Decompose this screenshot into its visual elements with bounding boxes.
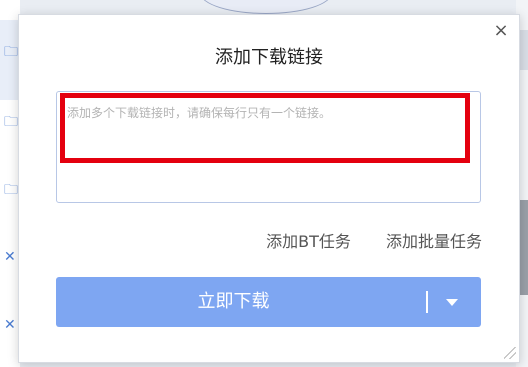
download-now-label: 立即下载	[197, 291, 270, 312]
add-download-link-dialog: × 添加下载链接 添加BT任务 添加批量任务 立即下载	[18, 14, 520, 363]
download-now-button[interactable]: 立即下载	[56, 277, 481, 327]
close-icon[interactable]: ×	[493, 22, 509, 40]
button-separator	[426, 291, 428, 313]
folder-icon: 🗀	[4, 44, 18, 60]
add-bt-task-link[interactable]: 添加BT任务	[266, 232, 351, 251]
task-actions: 添加BT任务 添加批量任务	[236, 228, 482, 252]
close-icon: ✕	[4, 317, 16, 333]
background-selected-row	[0, 20, 20, 100]
chevron-down-icon[interactable]	[446, 299, 458, 306]
folder-icon: 🗀	[4, 182, 18, 198]
resize-handle-icon[interactable]	[504, 347, 516, 359]
download-link-input[interactable]	[57, 92, 480, 202]
download-link-input-box[interactable]	[56, 91, 481, 203]
close-icon: ✕	[4, 249, 16, 265]
background-left-panel: 🗀 🗀 🗀 ✕ ✕	[0, 0, 20, 367]
dialog-title: 添加下载链接	[215, 47, 323, 68]
add-batch-task-link[interactable]: 添加批量任务	[386, 232, 482, 251]
folder-icon: 🗀	[4, 114, 18, 130]
background-shape	[200, 0, 332, 14]
